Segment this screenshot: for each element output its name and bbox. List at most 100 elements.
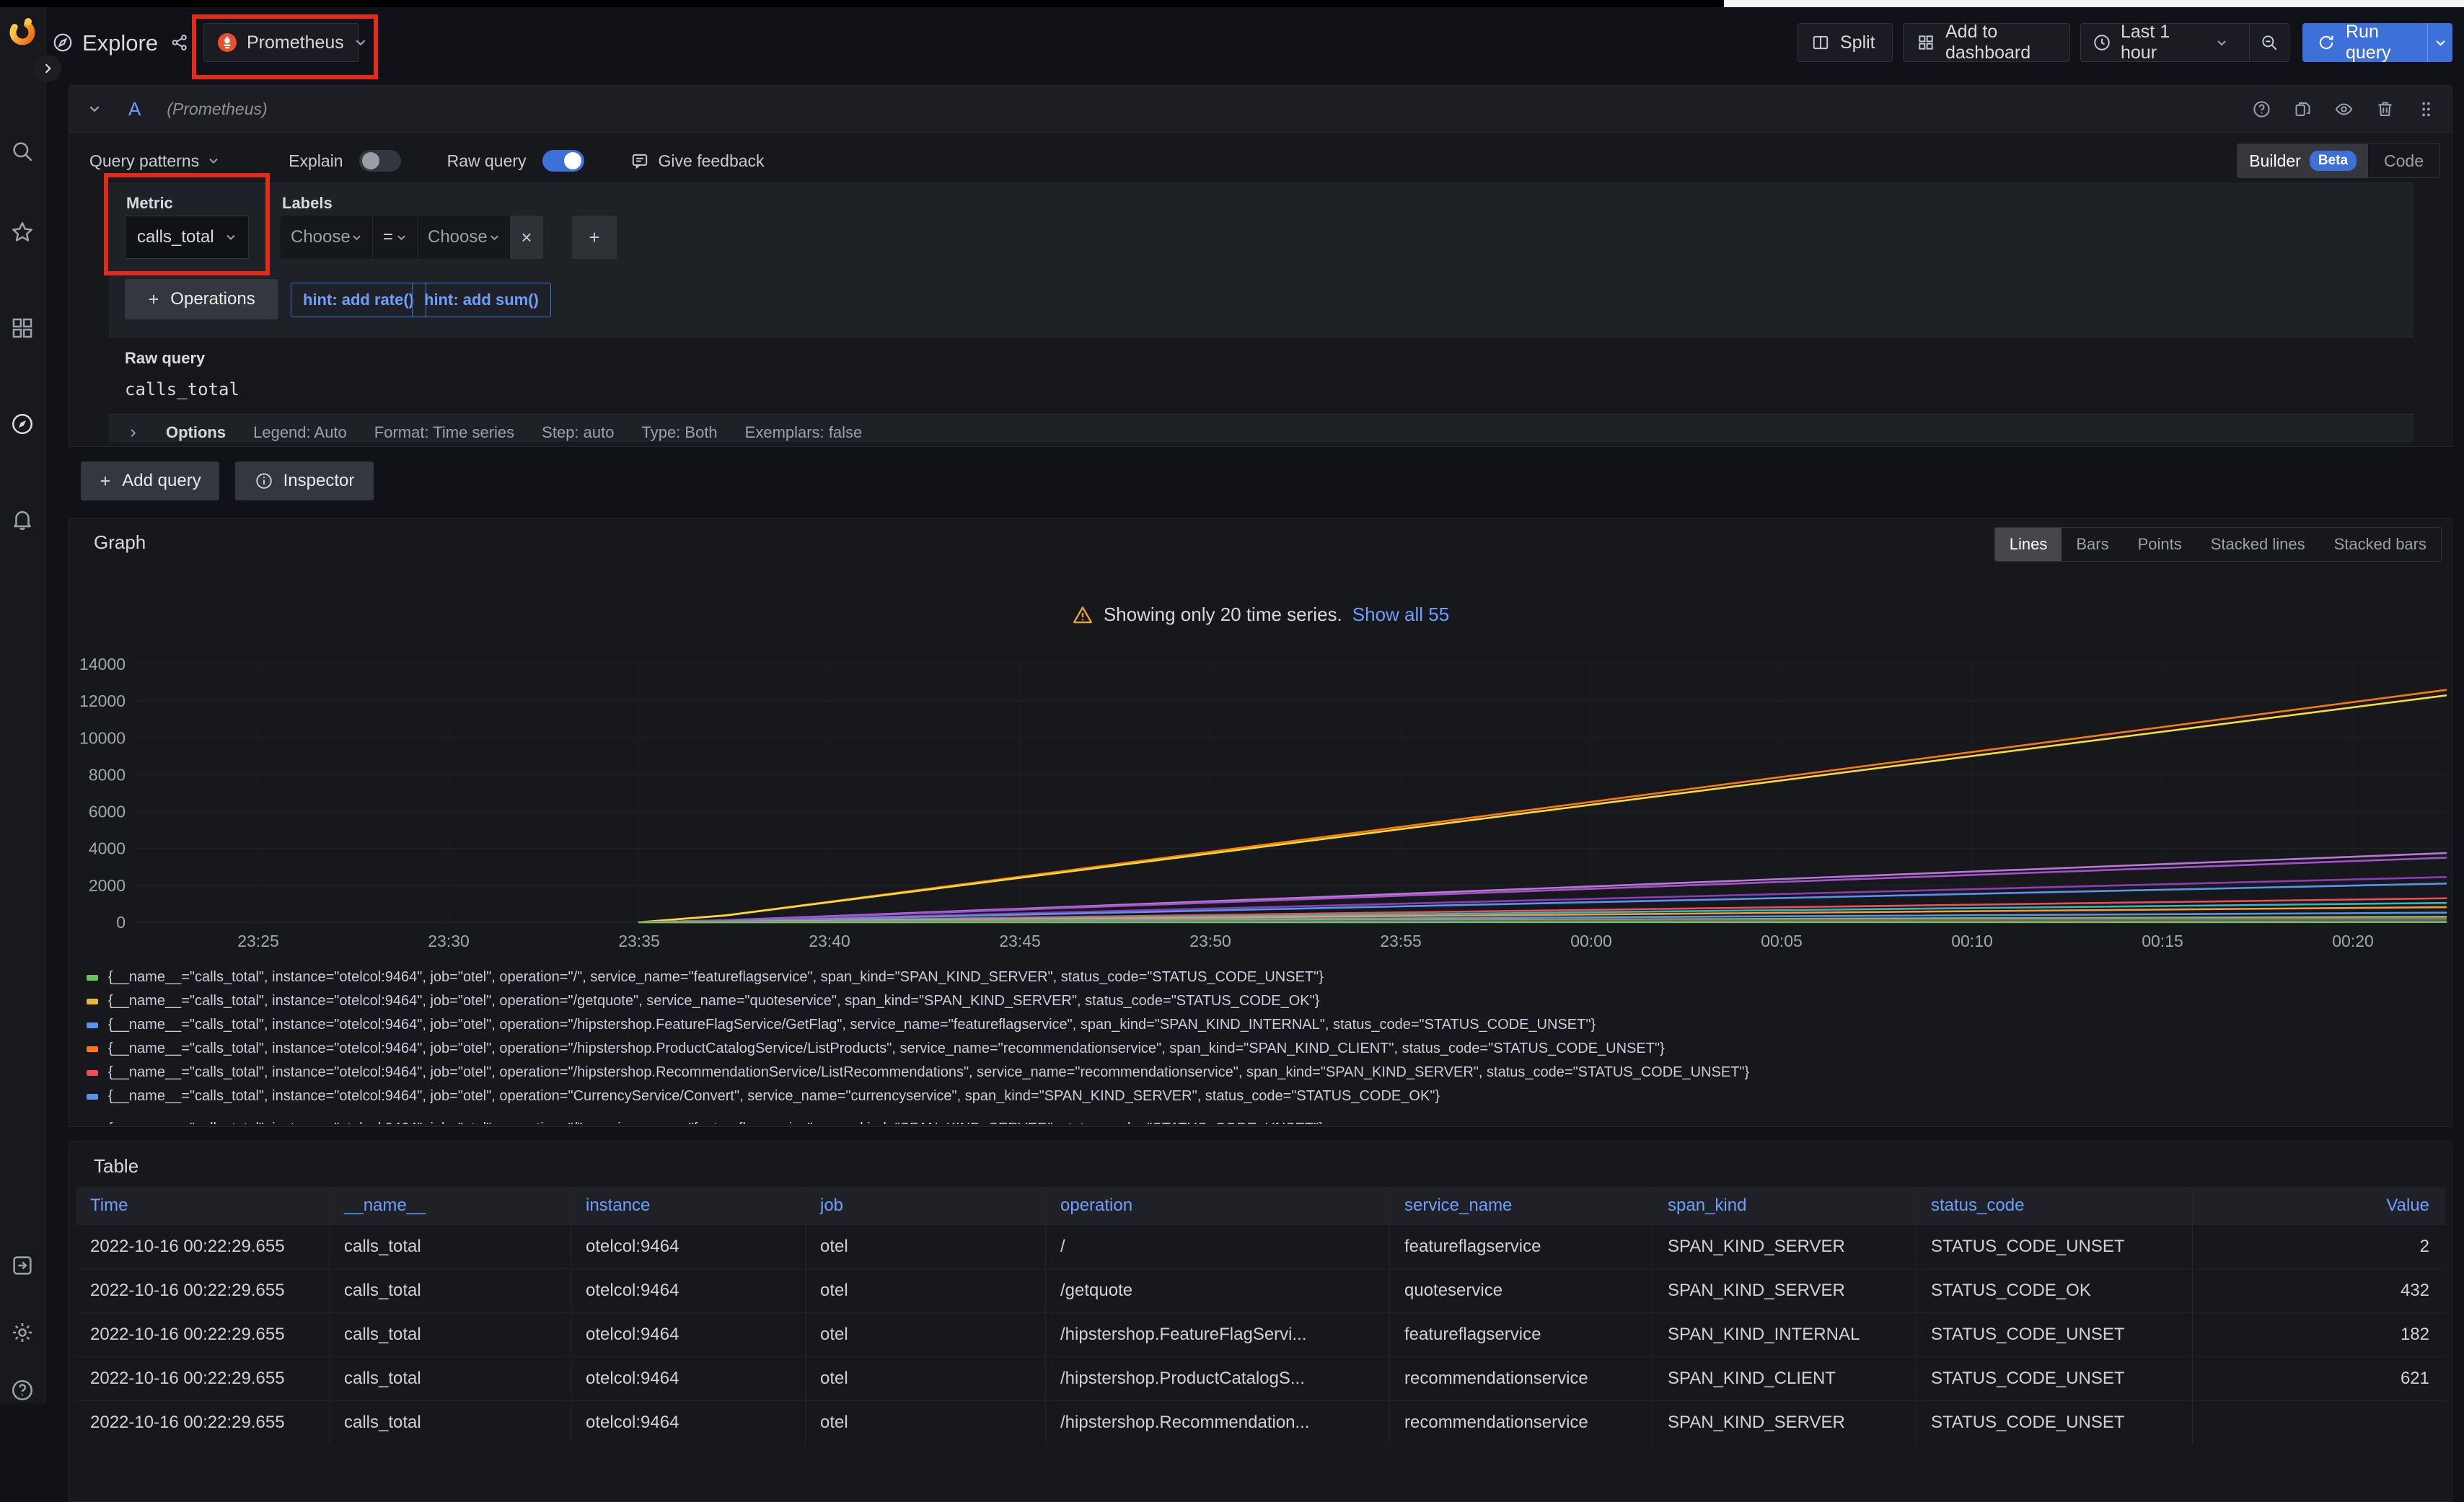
collapse-chevron-icon[interactable] [88, 102, 101, 115]
code-tab[interactable]: Code [2368, 144, 2439, 177]
table-row[interactable]: 2022-10-16 00:22:29.655calls_totalotelco… [76, 1400, 2445, 1444]
legend-swatch [87, 975, 98, 981]
column-header-Time[interactable]: Time [76, 1187, 330, 1224]
label-operator-value: = [383, 227, 393, 247]
add-query-button[interactable]: Add query [81, 461, 219, 500]
table-cell: otelcol:9464 [571, 1313, 806, 1356]
explain-toggle[interactable] [359, 150, 401, 172]
x-axis-tick: 23:25 [237, 932, 279, 950]
disable-query-eye-icon[interactable] [2334, 100, 2354, 119]
query-patterns-dropdown[interactable]: Query patterns [89, 151, 219, 171]
column-header-operation[interactable]: operation [1046, 1187, 1390, 1224]
time-series-chart[interactable]: 1400012000100008000600040002000023:2523:… [69, 646, 2452, 960]
legend-item[interactable]: {__name__="calls_total", instance="otelc… [87, 966, 2437, 989]
sign-in-icon[interactable] [10, 1253, 35, 1278]
table-cell: recommendationservice [1390, 1401, 1653, 1444]
table-cell: SPAN_KIND_SERVER [1653, 1269, 1917, 1312]
column-header-Value[interactable]: Value [2193, 1187, 2445, 1224]
label-operator-select[interactable]: = [373, 216, 418, 259]
label-value-placeholder: Choose [428, 227, 488, 247]
legend-label: {__name__="calls_total", instance="otelc… [108, 969, 1324, 986]
y-axis-tick: 10000 [79, 728, 126, 747]
column-header-__name__[interactable]: __name__ [330, 1187, 571, 1224]
delete-query-trash-icon[interactable] [2375, 100, 2395, 119]
table-cell: 2022-10-16 00:22:29.655 [76, 1269, 330, 1312]
table-row[interactable]: 2022-10-16 00:22:29.655calls_totalotelco… [76, 1356, 2445, 1400]
graph-mode-points[interactable]: Points [2124, 528, 2196, 561]
hint-add-rate-button[interactable]: hint: add rate() [291, 283, 426, 317]
options-row[interactable]: Options Legend: AutoFormat: Time seriesS… [128, 423, 862, 442]
alerting-bell-icon[interactable] [10, 507, 35, 531]
column-header-span_kind[interactable]: span_kind [1653, 1187, 1917, 1224]
label-value-select[interactable]: Choose [418, 216, 510, 259]
x-axis-tick: 23:55 [1380, 932, 1422, 950]
give-feedback-link[interactable]: Give feedback [630, 151, 765, 171]
legend-item[interactable]: {__name__="calls_total", instance="otelc… [87, 1037, 2437, 1061]
search-icon[interactable] [10, 139, 35, 164]
option-item: Exemplars: false [745, 423, 863, 442]
graph-mode-stacked-lines[interactable]: Stacked lines [2196, 528, 2320, 561]
run-query-caret[interactable] [2427, 23, 2452, 62]
query-help-icon[interactable] [2252, 100, 2271, 119]
help-icon[interactable] [10, 1378, 35, 1402]
legend-item[interactable]: {__name__="calls_total", instance="otelc… [87, 989, 2437, 1013]
duplicate-query-icon[interactable] [2293, 100, 2313, 119]
table-row[interactable]: 2022-10-16 00:22:29.655calls_totalotelco… [76, 1268, 2445, 1312]
grafana-logo[interactable] [6, 16, 38, 48]
legend-item[interactable]: {__name__="calls_total", instance="otelc… [87, 1061, 2437, 1084]
builder-tab[interactable]: Builder Beta [2238, 144, 2368, 177]
show-all-series-link[interactable]: Show all 55 [1352, 604, 1449, 626]
table-cell: 2022-10-16 00:22:29.655 [76, 1357, 330, 1400]
raw-query-toggle[interactable] [542, 150, 584, 172]
apps-grid-icon[interactable] [10, 316, 35, 340]
column-header-service_name[interactable]: service_name [1390, 1187, 1653, 1224]
refresh-icon [2317, 33, 2336, 52]
table-row[interactable]: 2022-10-16 00:22:29.655calls_totalotelco… [76, 1224, 2445, 1268]
table-cell: 2 [2193, 1225, 2445, 1268]
raw-query-preview: Raw query calls_total [109, 337, 2414, 415]
settings-gear-icon[interactable] [10, 1320, 35, 1345]
graph-mode-stacked-bars[interactable]: Stacked bars [2320, 528, 2441, 561]
legend-item[interactable]: {__name__="calls_total", instance="otelc… [87, 1084, 2437, 1108]
chevron-right-icon [128, 428, 138, 438]
table-cell: STATUS_CODE_UNSET [1917, 1225, 2193, 1268]
label-name-select[interactable]: Choose [281, 216, 373, 259]
hint-add-sum-button[interactable]: hint: add sum() [412, 283, 551, 317]
split-label: Split [1840, 32, 1875, 53]
graph-panel-title: Graph [94, 531, 146, 554]
legend-item-partial[interactable]: {__name__="calls_total", instance="otelc… [87, 1117, 2437, 1124]
time-range-button[interactable]: Last 1 hour [2081, 24, 2239, 61]
graph-panel: Graph LinesBarsPointsStacked linesStacke… [69, 518, 2452, 1127]
column-header-job[interactable]: job [806, 1187, 1046, 1224]
operations-button[interactable]: Operations [125, 279, 278, 319]
graph-mode-lines[interactable]: Lines [1995, 528, 2062, 561]
add-to-dashboard-button[interactable]: Add to dashboard [1903, 23, 2070, 62]
column-header-instance[interactable]: instance [571, 1187, 806, 1224]
sidebar-expand-button[interactable] [34, 55, 61, 82]
label-name-placeholder: Choose [291, 227, 351, 247]
table-panel: Table Time__name__instancejoboperationse… [69, 1141, 2452, 1502]
datasource-picker[interactable]: Prometheus [203, 23, 359, 62]
add-label-filter-button[interactable]: + [572, 216, 617, 259]
inspector-button[interactable]: Inspector [235, 461, 374, 500]
sidebar [0, 7, 45, 1403]
table-panel-title: Table [94, 1155, 138, 1178]
query-row-header[interactable]: A (Prometheus) [69, 86, 2452, 133]
table-cell: 2022-10-16 00:22:29.655 [76, 1225, 330, 1268]
table-cell: otel [806, 1269, 1046, 1312]
split-button[interactable]: Split [1798, 23, 1893, 62]
info-circle-icon [255, 472, 273, 490]
zoom-out-button[interactable] [2249, 24, 2289, 61]
metric-select[interactable]: calls_total [125, 216, 249, 259]
legend-item[interactable]: {__name__="calls_total", instance="otelc… [87, 1013, 2437, 1037]
graph-mode-bars[interactable]: Bars [2062, 528, 2123, 561]
drag-handle-icon[interactable] [2416, 100, 2436, 119]
remove-label-filter-button[interactable]: × [510, 216, 543, 259]
column-header-status_code[interactable]: status_code [1917, 1187, 2193, 1224]
share-icon[interactable] [170, 33, 189, 52]
run-query-button[interactable]: Run query [2302, 23, 2452, 62]
explore-compass-icon[interactable] [10, 412, 35, 436]
time-range-label: Last 1 hour [2121, 22, 2206, 63]
table-row[interactable]: 2022-10-16 00:22:29.655calls_totalotelco… [76, 1312, 2445, 1356]
star-icon[interactable] [10, 220, 35, 244]
